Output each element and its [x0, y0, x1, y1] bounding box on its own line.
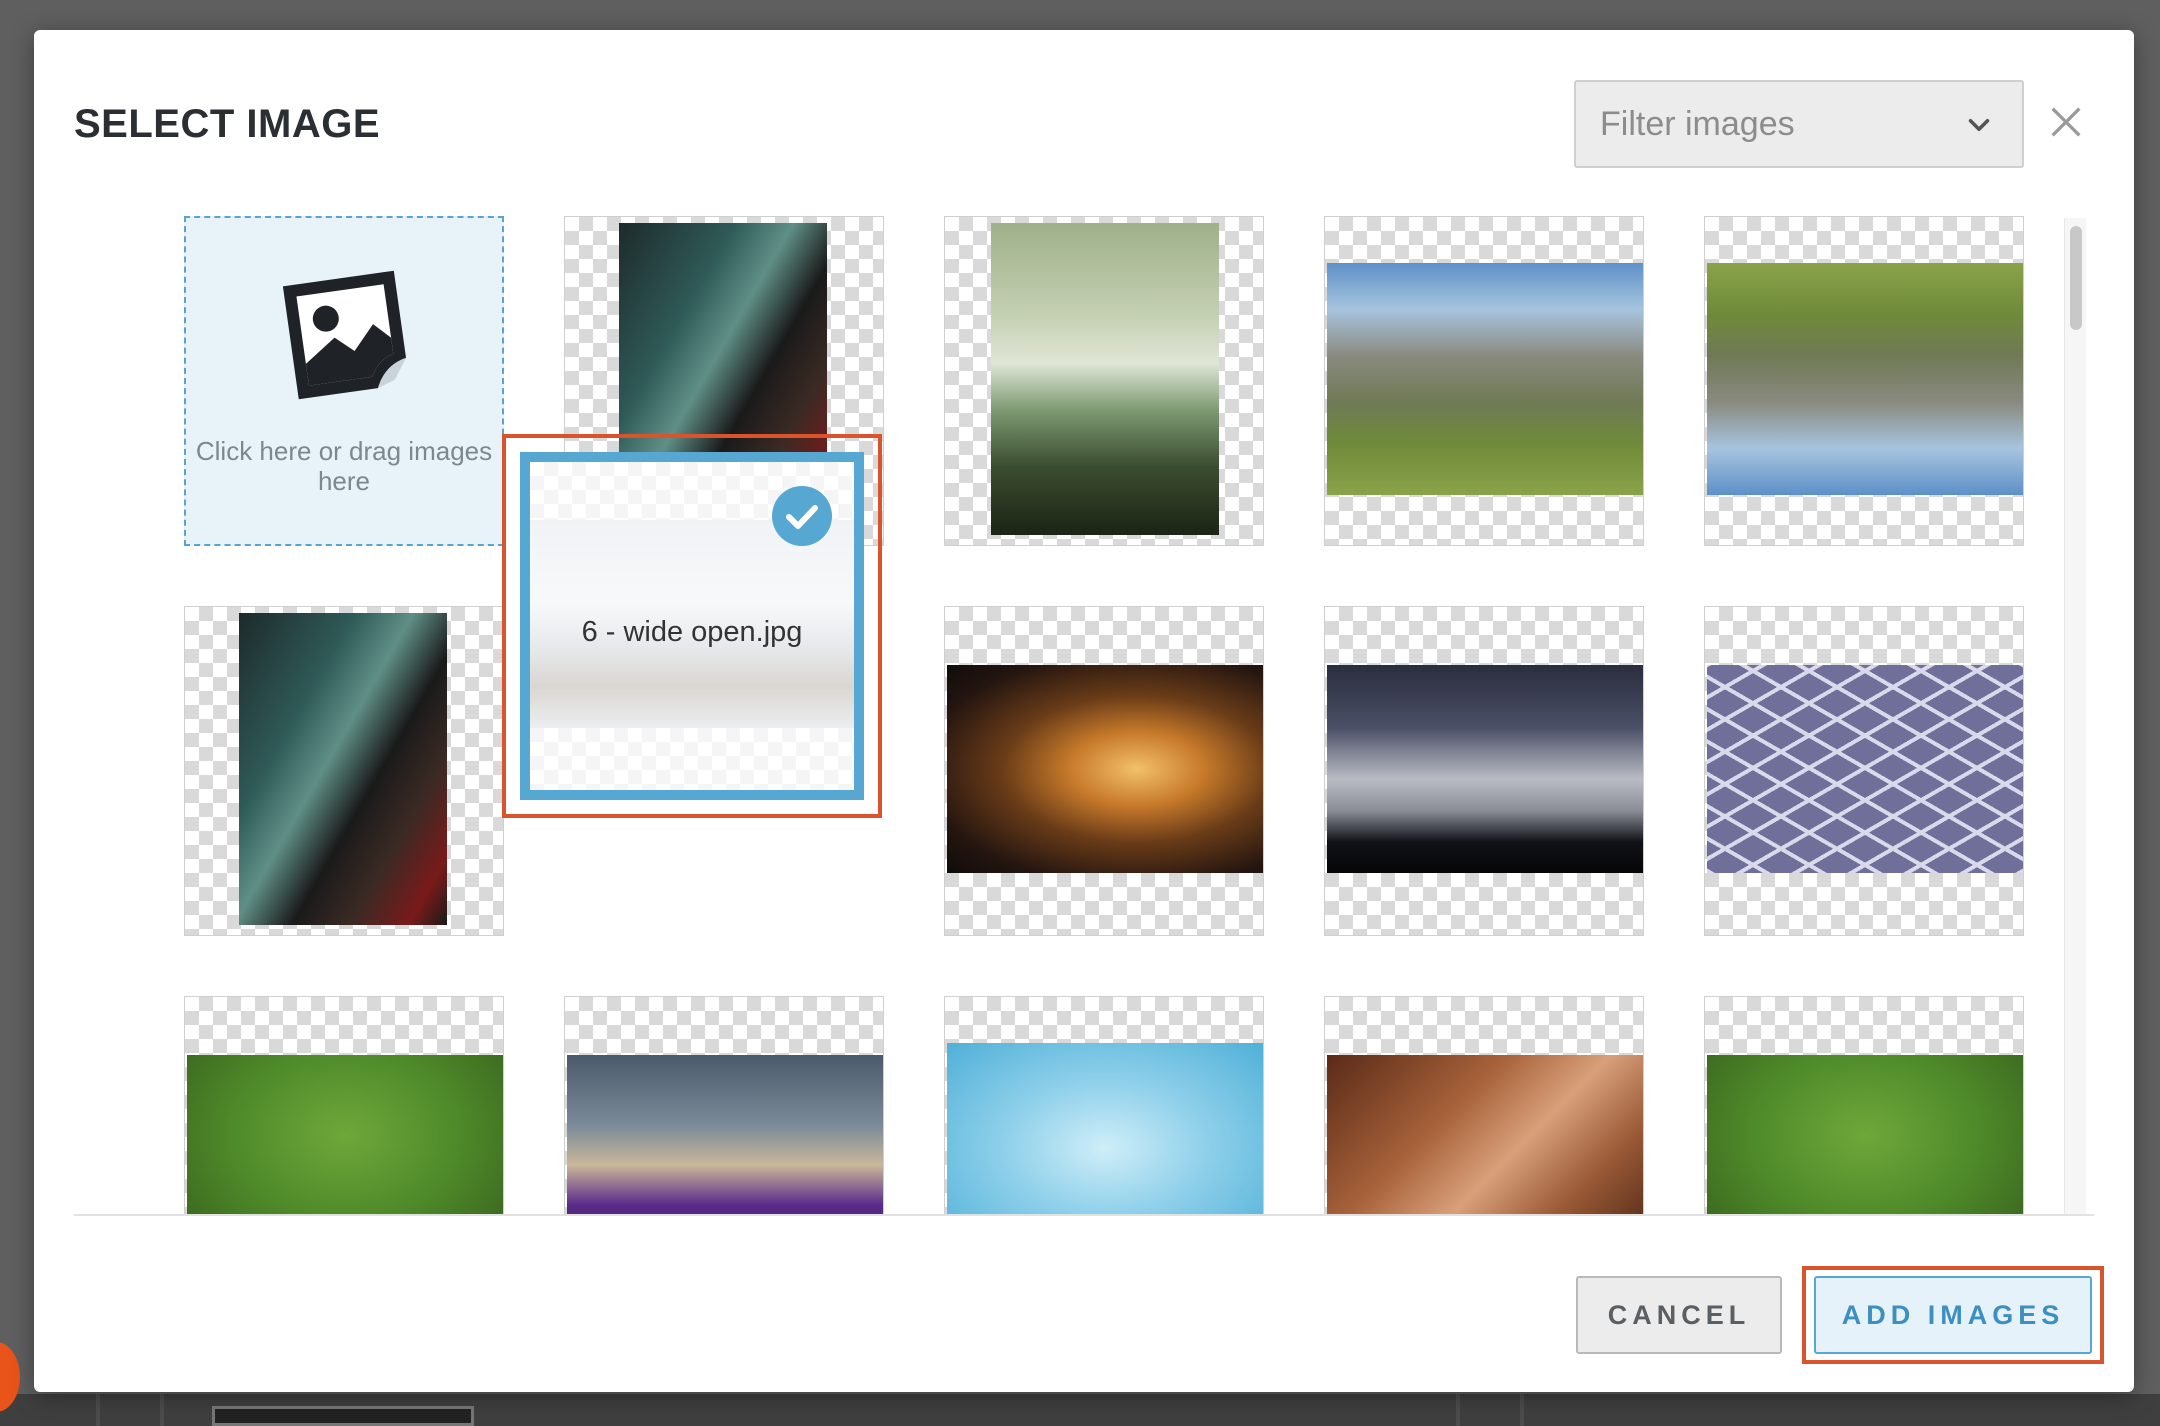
- dialog-title: SELECT IMAGE: [74, 102, 381, 146]
- image-thumbnail[interactable]: [944, 216, 1264, 546]
- close-icon[interactable]: [2046, 102, 2086, 142]
- upload-label: Click here or drag images here: [195, 436, 493, 496]
- background-divider: [1520, 1394, 1524, 1426]
- background-divider: [96, 1394, 100, 1426]
- selected-filename: 6 - wide open.jpg: [581, 616, 803, 648]
- thumbnail-swimmer: [947, 1043, 1263, 1216]
- image-thumbnail[interactable]: [1324, 996, 1644, 1216]
- thumbnail-green-field: [1707, 1055, 2023, 1216]
- filter-placeholder: Filter images: [1600, 104, 1795, 143]
- cancel-button[interactable]: CANCEL: [1576, 1276, 1782, 1354]
- select-image-dialog: SELECT IMAGE Filter images Click here or…: [34, 30, 2134, 1392]
- background-divider: [160, 1394, 164, 1426]
- thumbnail-green-valley: [991, 223, 1219, 535]
- image-thumbnail[interactable]: [944, 996, 1264, 1216]
- scrollbar-track[interactable]: [2064, 218, 2086, 1214]
- thumbnail-mountains: [1327, 263, 1643, 495]
- add-images-button[interactable]: ADD IMAGES: [1814, 1276, 2092, 1354]
- scrollbar-thumb[interactable]: [2070, 226, 2082, 330]
- thumbnail-mountains-flipped: [1707, 263, 2023, 495]
- thumbnail-sunset-mast: [947, 665, 1263, 873]
- image-grid: Click here or drag images here: [74, 216, 2094, 1216]
- image-thumbnail[interactable]: [184, 606, 504, 936]
- image-thumbnail[interactable]: [944, 606, 1264, 936]
- thumbnail-lattice-roof: [1707, 665, 2023, 873]
- thumbnail-architecture: [1327, 665, 1643, 873]
- thumbnail-portrait-woman: [239, 613, 447, 925]
- image-thumbnail[interactable]: [1324, 606, 1644, 936]
- background-thumbnail: [212, 1406, 474, 1426]
- chevron-down-icon: [1968, 118, 1990, 132]
- image-thumbnail[interactable]: [1704, 996, 2024, 1216]
- image-thumbnail[interactable]: [184, 996, 504, 1216]
- checkmark-icon: [772, 486, 832, 546]
- grid-divider: [74, 1214, 2094, 1216]
- thumbnail-green-field: [187, 1055, 503, 1216]
- upload-dropzone[interactable]: Click here or drag images here: [184, 216, 504, 546]
- thumbnail-boat-women: [567, 1055, 883, 1216]
- image-upload-icon: [282, 270, 407, 400]
- filter-images-select[interactable]: Filter images: [1574, 80, 2024, 168]
- image-thumbnail[interactable]: [1324, 216, 1644, 546]
- selected-image-tile[interactable]: 6 - wide open.jpg: [520, 452, 864, 800]
- background-divider: [1456, 1394, 1460, 1426]
- image-thumbnail[interactable]: [564, 996, 884, 1216]
- thumbnail-copper-wall: [1327, 1055, 1643, 1216]
- image-thumbnail[interactable]: [1704, 606, 2024, 936]
- image-thumbnail[interactable]: [1704, 216, 2024, 546]
